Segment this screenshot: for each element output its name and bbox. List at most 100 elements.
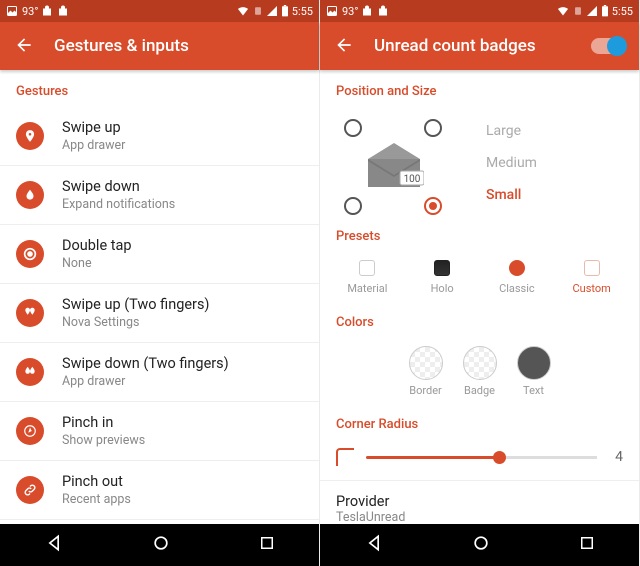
preset-swatch bbox=[509, 260, 525, 276]
item-title: Swipe up bbox=[62, 119, 125, 136]
battery-icon bbox=[281, 5, 289, 17]
target-icon bbox=[16, 240, 44, 268]
image-icon bbox=[326, 5, 338, 17]
color-text[interactable]: Text bbox=[517, 346, 551, 397]
clock: 5:55 bbox=[612, 5, 633, 18]
position-top-right[interactable] bbox=[424, 119, 442, 137]
gesture-item[interactable]: Pinch inShow previews bbox=[0, 402, 319, 461]
sim-icon bbox=[573, 5, 583, 17]
item-sub: Recent apps bbox=[62, 492, 131, 507]
sim-icon bbox=[253, 5, 263, 17]
page-title: Unread count badges bbox=[374, 36, 571, 56]
radius-slider[interactable] bbox=[366, 456, 597, 459]
image-icon bbox=[6, 5, 18, 17]
twodrop-icon bbox=[16, 358, 44, 386]
nav-home-icon[interactable] bbox=[471, 533, 491, 557]
position-bottom-left[interactable] bbox=[344, 197, 362, 215]
back-icon[interactable] bbox=[334, 35, 354, 58]
appbar-right: Unread count badges bbox=[320, 22, 639, 70]
content-right: Position and Size 100 LargeMediumSm bbox=[320, 70, 639, 524]
pin-icon bbox=[16, 122, 44, 150]
gesture-item[interactable]: Swipe up App drawer bbox=[0, 107, 319, 166]
navbar bbox=[320, 524, 639, 566]
preset-label: Classic bbox=[499, 282, 535, 295]
item-sub: Nova Settings bbox=[62, 315, 210, 330]
cell-icon bbox=[586, 5, 598, 17]
color-badge[interactable]: Badge bbox=[463, 346, 497, 397]
gesture-item[interactable]: Pinch outRecent apps bbox=[0, 461, 319, 520]
cell-icon bbox=[266, 5, 278, 17]
size-option-large[interactable]: Large bbox=[486, 123, 623, 139]
gesture-item[interactable]: Double tap None bbox=[0, 225, 319, 284]
provider-sub: TeslaUnread bbox=[336, 510, 623, 524]
twopin-icon bbox=[16, 299, 44, 327]
item-sub: Expand notifications bbox=[62, 197, 175, 212]
gesture-item[interactable]: Swipe up (Two fingers) Nova Settings bbox=[0, 284, 319, 343]
preset-label: Holo bbox=[431, 282, 454, 295]
section-position: Position and Size bbox=[320, 70, 639, 107]
nav-recent-icon[interactable] bbox=[258, 534, 276, 556]
color-swatch bbox=[517, 346, 551, 380]
preset-label: Custom bbox=[572, 282, 610, 295]
provider-item[interactable]: Provider TeslaUnread bbox=[320, 480, 639, 524]
item-title: Swipe down (Two fingers) bbox=[62, 355, 229, 372]
bag-icon bbox=[362, 5, 374, 17]
clock: 5:55 bbox=[292, 5, 313, 18]
color-label: Border bbox=[409, 384, 442, 397]
svg-text:100: 100 bbox=[404, 174, 421, 185]
phone-left: 93° 5:55 Gest bbox=[0, 0, 320, 566]
item-sub: App drawer bbox=[62, 138, 125, 153]
color-label: Text bbox=[523, 384, 544, 397]
section-presets: Presets bbox=[320, 215, 639, 252]
preset-classic[interactable]: Classic bbox=[480, 260, 555, 295]
item-title: Swipe up (Two fingers) bbox=[62, 296, 210, 313]
wifi-icon bbox=[236, 5, 250, 17]
preset-label: Material bbox=[347, 282, 387, 295]
statusbar: 93° 5:55 bbox=[0, 0, 319, 22]
gesture-item[interactable]: Swipe down Expand notifications bbox=[0, 166, 319, 225]
item-sub: None bbox=[62, 256, 132, 271]
section-header-gestures: Gestures bbox=[0, 70, 319, 107]
page-title: Gestures & inputs bbox=[54, 36, 305, 56]
wifi-icon bbox=[556, 5, 570, 17]
master-toggle[interactable] bbox=[591, 38, 625, 54]
nav-back-icon[interactable] bbox=[364, 533, 384, 557]
item-title: Pinch in bbox=[62, 414, 145, 431]
item-title: Swipe down bbox=[62, 178, 175, 195]
phone-right: 93° 5:55 Unre bbox=[320, 0, 640, 566]
provider-title: Provider bbox=[336, 493, 623, 510]
preset-material[interactable]: Material bbox=[330, 260, 405, 295]
preset-swatch bbox=[434, 260, 450, 276]
compass-icon bbox=[16, 417, 44, 445]
color-border[interactable]: Border bbox=[409, 346, 443, 397]
section-colors: Colors bbox=[320, 301, 639, 338]
preset-custom[interactable]: Custom bbox=[554, 260, 629, 295]
appbar-left: Gestures & inputs bbox=[0, 22, 319, 70]
back-icon[interactable] bbox=[14, 35, 34, 58]
size-option-medium[interactable]: Medium bbox=[486, 155, 623, 171]
temperature: 93° bbox=[342, 5, 358, 18]
statusbar: 93° 5:55 bbox=[320, 0, 639, 22]
preset-swatch bbox=[584, 260, 600, 276]
nav-recent-icon[interactable] bbox=[578, 534, 596, 556]
item-title: Double tap bbox=[62, 237, 132, 254]
navbar bbox=[0, 524, 319, 566]
preset-swatch bbox=[359, 260, 375, 276]
position-top-left[interactable] bbox=[344, 119, 362, 137]
item-sub: App drawer bbox=[62, 374, 229, 389]
preset-holo[interactable]: Holo bbox=[405, 260, 480, 295]
color-swatch bbox=[463, 346, 497, 380]
size-option-small[interactable]: Small bbox=[486, 187, 623, 203]
drop-icon bbox=[16, 181, 44, 209]
battery-icon bbox=[601, 5, 609, 17]
section-radius: Corner Radius bbox=[320, 403, 639, 440]
gesture-item[interactable]: Swipe down (Two fingers) App drawer bbox=[0, 343, 319, 402]
nav-back-icon[interactable] bbox=[44, 533, 64, 557]
color-swatch bbox=[409, 346, 443, 380]
corner-icon bbox=[336, 448, 354, 466]
position-grid: 100 bbox=[336, 115, 456, 215]
envelope-icon: 100 bbox=[364, 141, 424, 185]
position-bottom-right[interactable] bbox=[424, 197, 442, 215]
radius-value: 4 bbox=[609, 449, 623, 465]
nav-home-icon[interactable] bbox=[151, 533, 171, 557]
